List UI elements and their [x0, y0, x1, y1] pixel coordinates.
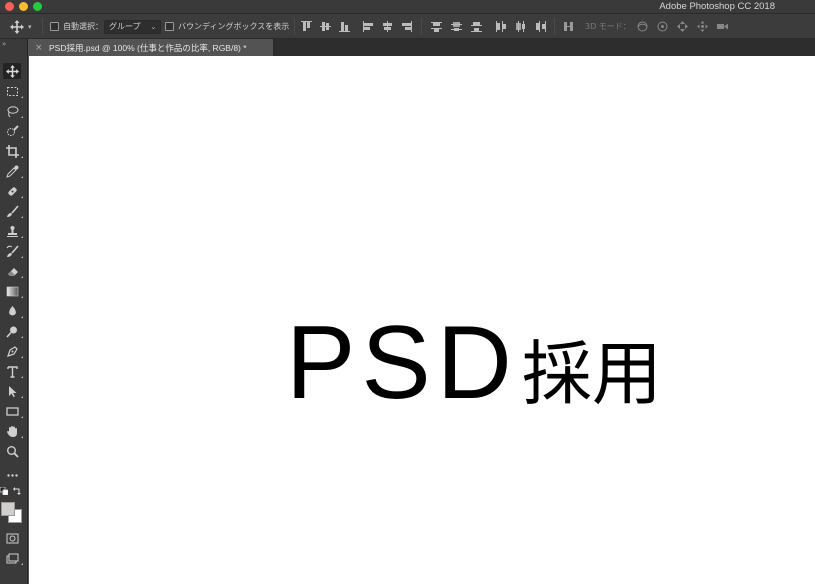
- chevron-down-icon: ▾: [28, 22, 32, 31]
- align-horizontal-center-icon[interactable]: [381, 20, 394, 33]
- crop-tool-icon: [5, 144, 19, 158]
- auto-select-target-dropdown[interactable]: グループ ⌄: [104, 19, 162, 34]
- align-left-icon[interactable]: [362, 20, 375, 33]
- auto-align-layers-icon[interactable]: [562, 20, 575, 33]
- distribute-horizontal-center-icon[interactable]: [514, 20, 527, 33]
- orbit-3d-icon[interactable]: [636, 20, 649, 33]
- document-tab-title: PSD採用.psd @ 100% (仕事と作品の比率, RGB/8) *: [49, 42, 247, 53]
- zoom-window-button[interactable]: [33, 2, 42, 11]
- gradient-tool-icon: [6, 286, 18, 296]
- path-select-tool-icon: [8, 385, 16, 397]
- foreground-color-swatch[interactable]: [1, 502, 15, 516]
- blur-tool-icon: [8, 305, 16, 315]
- healing-brush-tool[interactable]: [3, 183, 23, 199]
- close-window-button[interactable]: [5, 2, 14, 11]
- roll-3d-icon[interactable]: [656, 20, 669, 33]
- auto-select-label: 自動選択：: [63, 22, 103, 31]
- app-title: Adobe Photoshop CC 2018: [659, 1, 775, 12]
- move-tool-icon: [5, 64, 19, 78]
- eyedropper-tool-icon: [5, 165, 18, 178]
- distribute-right-icon[interactable]: [534, 20, 547, 33]
- document-tab-bar: × PSD採用.psd @ 100% (仕事と作品の比率, RGB/8) *: [28, 39, 815, 56]
- pen-tool[interactable]: [3, 343, 23, 359]
- show-transform-checkbox[interactable]: [165, 22, 174, 31]
- distribute-left-icon[interactable]: [494, 20, 507, 33]
- healing-brush-tool-icon: [7, 186, 17, 196]
- more-tools[interactable]: [3, 467, 21, 483]
- slide-3d-icon[interactable]: [696, 20, 709, 33]
- hand-tool-icon: [6, 425, 17, 437]
- distribute-bottom-icon[interactable]: [470, 20, 483, 33]
- canvas-text-layer: PSD採用: [286, 311, 662, 415]
- zoom-tool-icon: [6, 445, 19, 458]
- marquee-tool[interactable]: [3, 83, 23, 99]
- dodge-tool[interactable]: [3, 323, 23, 339]
- clone-stamp-tool[interactable]: [3, 223, 23, 239]
- eraser-tool[interactable]: [3, 263, 23, 279]
- show-transform-label: バウンディングボックスを表示: [178, 22, 290, 31]
- align-right-icon[interactable]: [400, 20, 413, 33]
- quick-select-tool[interactable]: [3, 123, 23, 139]
- path-select-tool[interactable]: [3, 383, 23, 399]
- document-canvas[interactable]: PSD採用: [29, 56, 815, 584]
- screen-mode-icon: [6, 553, 18, 563]
- tool-preset-picker[interactable]: ▾: [10, 14, 32, 39]
- distribute-top-icon[interactable]: [430, 20, 443, 33]
- options-bar: ▾ 自動選択： グループ ⌄ バウンディングボックスを表示 3D モード：: [0, 14, 815, 39]
- toolbox: »: [0, 39, 28, 584]
- brush-tool[interactable]: [3, 203, 23, 219]
- canvas-text-kanji: 採用: [521, 333, 662, 415]
- lasso-tool[interactable]: [3, 103, 23, 119]
- 3d-mode-label: 3D モード：: [585, 22, 631, 31]
- lasso-tool-icon: [7, 105, 18, 117]
- align-top-icon[interactable]: [300, 20, 313, 33]
- quick-mask-icon: [6, 533, 18, 543]
- eraser-tool-icon: [7, 267, 18, 276]
- chevron-down-icon: ⌄: [150, 22, 157, 31]
- type-tool-icon: [6, 365, 18, 378]
- dodge-tool-icon: [5, 326, 17, 338]
- align-bottom-icon[interactable]: [338, 20, 351, 33]
- close-icon[interactable]: ×: [35, 43, 45, 53]
- marquee-tool-icon: [6, 86, 18, 96]
- quick-mask-button[interactable]: [3, 530, 21, 546]
- screen-mode-button[interactable]: [3, 550, 23, 566]
- move-tool-icon: [10, 19, 24, 34]
- collapse-toolbox-icon[interactable]: »: [2, 40, 6, 48]
- canvas-text-latin: PSD: [286, 305, 518, 421]
- swap-colors-icon[interactable]: [13, 487, 21, 495]
- document-tab[interactable]: × PSD採用.psd @ 100% (仕事と作品の比率, RGB/8) *: [28, 39, 274, 56]
- more-tools-icon: [6, 473, 18, 477]
- scale-3d-icon[interactable]: [716, 20, 729, 33]
- clone-stamp-tool-icon: [6, 225, 18, 237]
- blur-tool[interactable]: [3, 303, 23, 319]
- align-vertical-center-icon[interactable]: [319, 20, 332, 33]
- rectangle-tool[interactable]: [3, 403, 23, 419]
- quick-select-tool-icon: [6, 124, 19, 136]
- distribute-vertical-center-icon[interactable]: [450, 20, 463, 33]
- zoom-tool[interactable]: [3, 443, 21, 459]
- auto-select-option[interactable]: 自動選択：: [50, 14, 103, 39]
- rectangle-tool-icon: [5, 406, 19, 416]
- show-transform-option[interactable]: バウンディングボックスを表示: [165, 14, 289, 39]
- eyedropper-tool[interactable]: [3, 163, 23, 179]
- history-brush-tool-icon: [6, 244, 19, 257]
- auto-select-checkbox[interactable]: [50, 22, 59, 31]
- pen-tool-icon: [6, 345, 18, 357]
- move-tool[interactable]: [3, 63, 21, 79]
- gradient-tool[interactable]: [3, 283, 23, 299]
- brush-tool-icon: [6, 204, 19, 217]
- crop-tool[interactable]: [3, 143, 23, 159]
- title-bar: Adobe Photoshop CC 2018: [0, 0, 815, 14]
- type-tool[interactable]: [3, 363, 23, 379]
- default-colors-icon[interactable]: [0, 487, 8, 495]
- hand-tool[interactable]: [3, 423, 23, 439]
- auto-select-target-value: グループ: [109, 22, 141, 31]
- pan-3d-icon[interactable]: [676, 20, 689, 33]
- history-brush-tool[interactable]: [3, 243, 23, 259]
- minimize-window-button[interactable]: [19, 2, 28, 11]
